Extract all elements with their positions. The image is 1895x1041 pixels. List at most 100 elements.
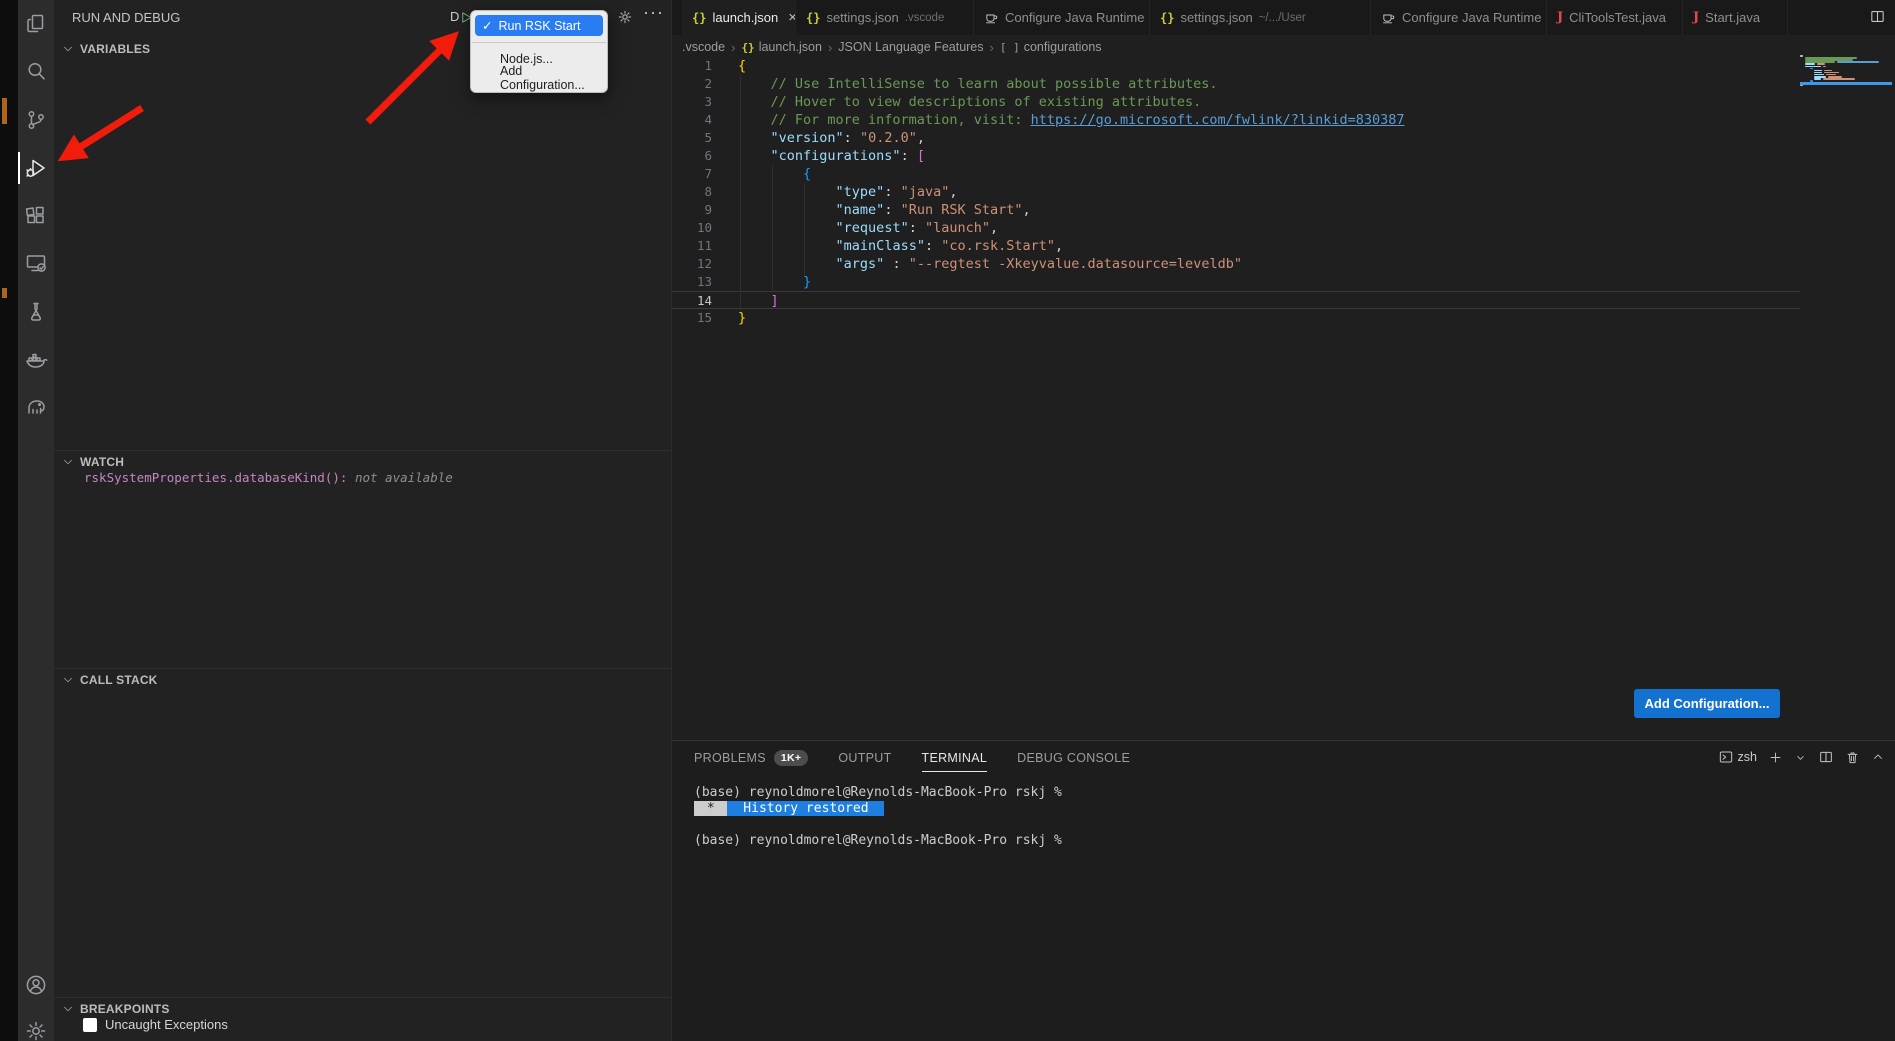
tab-path-suffix: .vscode bbox=[905, 12, 945, 24]
breadcrumb-item-launch-json[interactable]: {}launch.json bbox=[741, 40, 822, 54]
activity-item-remote-explorer[interactable] bbox=[18, 244, 54, 282]
breadcrumb-separator: › bbox=[731, 40, 735, 55]
line-number: 5 bbox=[672, 129, 712, 147]
popup-item-add-configuration-[interactable]: Add Configuration... bbox=[471, 68, 607, 87]
code-line-11: 11 "mainClass": "co.rsk.Start", bbox=[672, 237, 1063, 255]
popup-separator bbox=[472, 42, 606, 43]
tab-configure-java-runtime[interactable]: Configure Java Runtime bbox=[1371, 0, 1547, 35]
terminal-output[interactable]: (base) reynoldmorel@Reynolds-MacBook-Pro… bbox=[694, 785, 1062, 849]
more-actions-icon[interactable]: ··· bbox=[643, 2, 664, 23]
tab-configure-java-runtime[interactable]: Configure Java Runtime bbox=[974, 0, 1150, 35]
docker-whale-icon bbox=[24, 347, 48, 371]
code-line-3: 3 // Hover to view descriptions of exist… bbox=[672, 93, 1201, 111]
activity-item-source-control[interactable] bbox=[18, 101, 54, 139]
debug-settings-gear-icon[interactable] bbox=[617, 9, 633, 25]
line-content: // Use IntelliSense to learn about possi… bbox=[738, 75, 1218, 93]
tab-settings-json[interactable]: {}settings.json.vscode bbox=[796, 0, 974, 35]
history-text: History restored bbox=[727, 801, 884, 816]
breadcrumb-item-json-language-features[interactable]: JSON Language Features bbox=[838, 40, 983, 54]
inline-link[interactable]: https://go.microsoft.com/fwlink/?linkid=… bbox=[1031, 112, 1405, 128]
line-number: 15 bbox=[672, 309, 712, 327]
java-file-icon: J bbox=[1693, 10, 1699, 25]
code-line-12: 12 "args" : "--regtest -Xkeyvalue.dataso… bbox=[672, 255, 1242, 273]
source-control-icon bbox=[24, 108, 48, 132]
minimap-line bbox=[1824, 70, 1832, 72]
bottom-panel: PROBLEMS1K+ OUTPUT TERMINAL DEBUG CONSOLE z… bbox=[672, 740, 1895, 1041]
minimap-line bbox=[1817, 63, 1825, 65]
uncaught-exceptions-checkbox[interactable] bbox=[83, 1018, 97, 1032]
code-line-9: 9 "name": "Run RSK Start", bbox=[672, 201, 1031, 219]
window-edge-sliver bbox=[0, 0, 18, 1041]
run-and-debug-sidebar: RUN AND DEBUG D ··· VARIABLES WATCH rskS… bbox=[54, 0, 672, 1041]
minimap-line bbox=[1823, 66, 1826, 68]
config-dropdown-fragment[interactable]: D bbox=[450, 9, 459, 24]
line-number: 10 bbox=[672, 219, 712, 237]
code-editor[interactable]: 1{2 // Use IntelliSense to learn about p… bbox=[672, 57, 1895, 337]
activity-item-settings[interactable] bbox=[18, 1012, 54, 1041]
minimap-line bbox=[1800, 55, 1803, 57]
panel-tab-terminal[interactable]: TERMINAL bbox=[922, 751, 988, 772]
activity-item-explorer[interactable] bbox=[18, 5, 54, 43]
json-braces-icon: {} bbox=[806, 11, 820, 25]
line-number: 7 bbox=[672, 165, 712, 183]
tab-clitoolstest-java[interactable]: JCliToolsTest.java bbox=[1547, 0, 1683, 35]
panel-tab-label: OUTPUT bbox=[838, 751, 891, 765]
section-watch-label: WATCH bbox=[80, 455, 124, 469]
line-number: 6 bbox=[672, 147, 712, 165]
popup-item-label: Run RSK Start bbox=[498, 19, 580, 33]
section-call-stack[interactable]: CALL STACK bbox=[54, 668, 671, 690]
activity-item-search[interactable] bbox=[18, 52, 54, 90]
popup-item-run-rsk-start[interactable]: ✓Run RSK Start bbox=[475, 15, 603, 36]
java-cup-icon bbox=[1381, 10, 1396, 25]
problems-count-badge: 1K+ bbox=[774, 750, 808, 766]
panel-tab-debug-console[interactable]: DEBUG CONSOLE bbox=[1017, 751, 1130, 771]
kill-terminal-icon[interactable] bbox=[1845, 750, 1860, 765]
breadcrumb: .vscode›{}launch.json›JSON Language Feat… bbox=[682, 37, 1102, 57]
close-icon[interactable]: × bbox=[788, 9, 796, 26]
panel-tab-output[interactable]: OUTPUT bbox=[838, 751, 891, 771]
panel-tab-label: TERMINAL bbox=[922, 751, 988, 765]
watch-expression-row[interactable]: rskSystemProperties.databaseKind(): not … bbox=[84, 470, 453, 485]
terminal-icon[interactable]: zsh bbox=[1718, 749, 1757, 765]
terminal-prompt-line: (base) reynoldmorel@Reynolds-MacBook-Pro… bbox=[694, 785, 1062, 801]
tab-settings-json[interactable]: {}settings.json~/.../User bbox=[1150, 0, 1371, 35]
line-content: "mainClass": "co.rsk.Start", bbox=[738, 237, 1063, 255]
chevron-down-icon bbox=[61, 42, 75, 56]
tab-launch-json[interactable]: {}launch.json× bbox=[682, 0, 796, 35]
terminal-dropdown-icon[interactable] bbox=[1794, 751, 1807, 764]
split-terminal-icon[interactable] bbox=[1818, 749, 1834, 765]
line-content: } bbox=[738, 309, 746, 327]
breadcrumb-item--vscode[interactable]: .vscode bbox=[682, 40, 725, 54]
split-editor-icon[interactable] bbox=[1869, 8, 1886, 25]
breadcrumb-label: .vscode bbox=[682, 40, 725, 54]
maximize-panel-icon[interactable] bbox=[1871, 750, 1885, 764]
line-number: 9 bbox=[672, 201, 712, 219]
activity-item-gradle[interactable] bbox=[18, 388, 54, 426]
watch-expression: rskSystemProperties.databaseKind(): bbox=[84, 470, 355, 485]
section-breakpoints[interactable]: BREAKPOINTS bbox=[54, 997, 671, 1019]
activity-item-accounts[interactable] bbox=[18, 966, 54, 1004]
breadcrumb-item-configurations[interactable]: [ ]configurations bbox=[1000, 40, 1102, 54]
tab-label: Configure Java Runtime bbox=[1402, 10, 1541, 25]
terminal-blank-line bbox=[694, 817, 1062, 833]
line-content: // Hover to view descriptions of existin… bbox=[738, 93, 1201, 111]
tab-label: launch.json bbox=[712, 10, 778, 25]
activity-item-docker[interactable] bbox=[18, 340, 54, 378]
indent-guide bbox=[804, 183, 805, 275]
line-content: "version": "0.2.0", bbox=[738, 129, 925, 147]
extensions-icon bbox=[24, 204, 48, 228]
line-number: 2 bbox=[672, 75, 712, 93]
breadcrumb-label: JSON Language Features bbox=[838, 40, 983, 54]
activity-item-run-and-debug[interactable] bbox=[18, 149, 54, 187]
new-terminal-icon[interactable] bbox=[1768, 750, 1783, 765]
add-configuration-button[interactable]: Add Configuration... bbox=[1634, 689, 1780, 718]
activity-item-testing[interactable] bbox=[18, 293, 54, 331]
line-content: ] bbox=[738, 292, 779, 308]
activity-item-extensions[interactable] bbox=[18, 197, 54, 235]
panel-tab-problems[interactable]: PROBLEMS1K+ bbox=[694, 750, 808, 772]
gear-icon bbox=[24, 1019, 48, 1041]
tab-label: Configure Java Runtime bbox=[1005, 10, 1144, 25]
minimap-line bbox=[1805, 66, 1821, 68]
section-watch[interactable]: WATCH bbox=[54, 450, 671, 472]
tab-start-java[interactable]: JStart.java bbox=[1683, 0, 1788, 35]
